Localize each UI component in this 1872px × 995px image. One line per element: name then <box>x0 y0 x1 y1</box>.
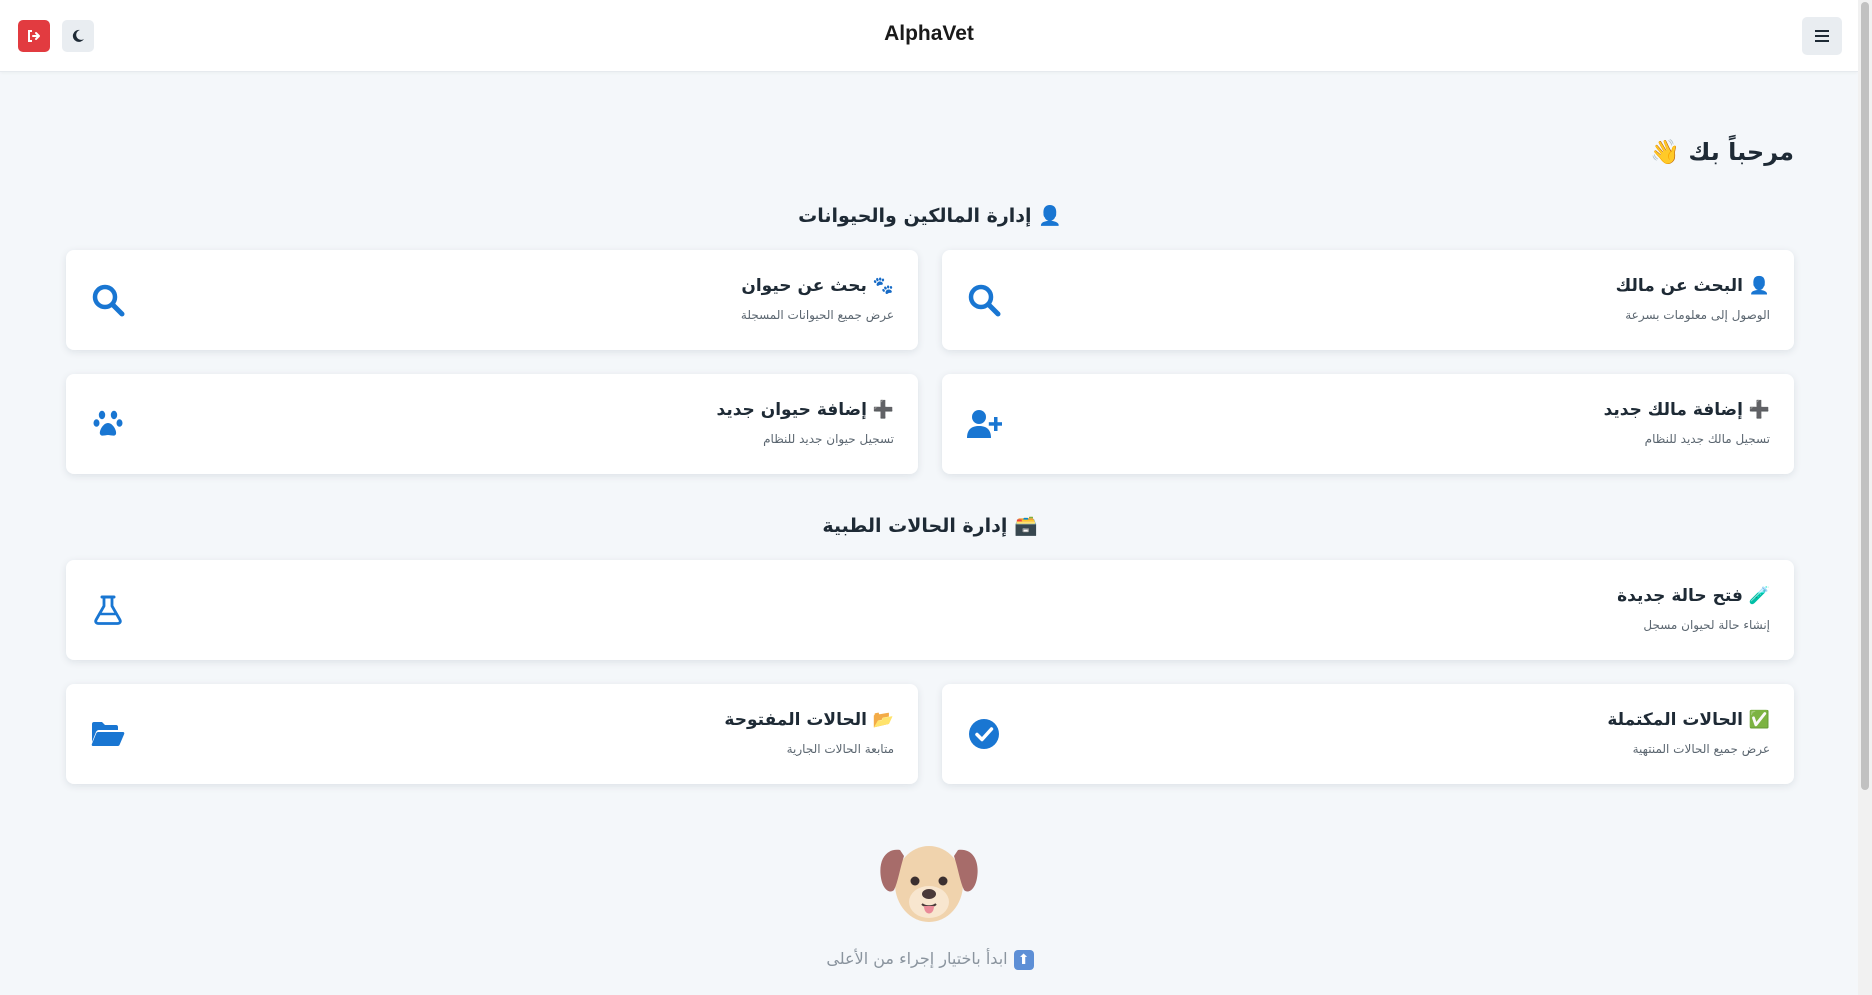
welcome-heading: مرحباً بك 👋 <box>1650 138 1794 166</box>
dashboard-main: مرحباً بك 👋 👤 إدارة المالكين والحيوانات … <box>66 72 1794 995</box>
section-title-owners-animals: 👤 إدارة المالكين والحيوانات <box>798 205 1062 227</box>
paw-icon <box>88 404 128 444</box>
card-title: 📂 الحالات المفتوحة <box>724 710 894 730</box>
card-title: ➕ إضافة مالك جديد <box>1603 400 1770 420</box>
search-icon <box>88 280 128 320</box>
hamburger-menu-icon <box>1815 30 1829 42</box>
check-circle-icon <box>964 714 1004 754</box>
page-scrollbar[interactable] <box>1858 0 1872 995</box>
card-subtitle: تسجيل حيوان جديد للنظام <box>763 432 894 446</box>
search-animal-card[interactable]: 🐾 بحث عن حيوان عرض جميع الحيوانات المسجل… <box>66 250 918 350</box>
search-owner-card[interactable]: 👤 البحث عن مالك الوصول إلى معلومات بسرعة <box>942 250 1794 350</box>
app-title: AlphaVet <box>884 22 974 45</box>
menu-button[interactable] <box>1802 17 1842 55</box>
folder-open-icon <box>88 714 128 754</box>
card-subtitle: عرض جميع الحيوانات المسجلة <box>740 308 894 322</box>
card-title: ✅ الحالات المكتملة <box>1607 710 1770 730</box>
card-subtitle: عرض جميع الحالات المنتهية <box>1632 742 1770 756</box>
card-subtitle: تسجيل مالك جديد للنظام <box>1644 432 1770 446</box>
arrow-up-icon: ⬆ <box>1013 949 1034 970</box>
card-subtitle: الوصول إلى معلومات بسرعة <box>1625 308 1770 322</box>
open-new-case-card[interactable]: 🧪 فتح حالة جديدة إنشاء حالة لحيوان مسجل <box>66 560 1794 660</box>
flask-icon <box>88 590 128 630</box>
card-subtitle: إنشاء حالة لحيوان مسجل <box>1643 618 1770 632</box>
user-plus-icon <box>964 404 1004 444</box>
add-animal-card[interactable]: ➕ إضافة حيوان جديد تسجيل حيوان جديد للنظ… <box>66 374 918 474</box>
scrollbar-thumb[interactable] <box>1861 2 1869 790</box>
card-title: 👤 البحث عن مالك <box>1615 276 1770 296</box>
dog-mascot-illustration <box>880 846 978 922</box>
search-icon <box>964 280 1004 320</box>
card-subtitle: متابعة الحالات الجارية <box>786 742 894 756</box>
card-title: 🐾 بحث عن حيوان <box>741 276 894 296</box>
section-title-medical-cases: 🗃️ إدارة الحالات الطبية <box>822 515 1038 537</box>
start-hint-text: ابدأ باختيار إجراء من الأعلى <box>826 949 1008 968</box>
add-owner-card[interactable]: ➕ إضافة مالك جديد تسجيل مالك جديد للنظام <box>942 374 1794 474</box>
start-hint: ⬆ ابدأ باختيار إجراء من الأعلى <box>66 949 1794 970</box>
open-cases-card[interactable]: 📂 الحالات المفتوحة متابعة الحالات الجاري… <box>66 684 918 784</box>
card-title: ➕ إضافة حيوان جديد <box>716 400 894 420</box>
card-title: 🧪 فتح حالة جديدة <box>1617 586 1770 606</box>
completed-cases-card[interactable]: ✅ الحالات المكتملة عرض جميع الحالات المن… <box>942 684 1794 784</box>
top-navbar: AlphaVet <box>0 0 1858 72</box>
